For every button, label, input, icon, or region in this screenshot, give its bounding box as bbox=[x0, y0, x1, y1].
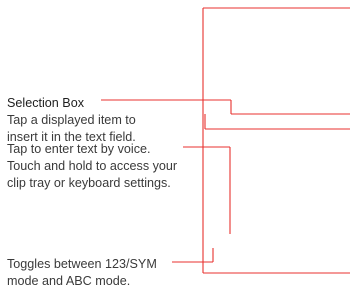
diagram-lines bbox=[101, 7, 350, 274]
